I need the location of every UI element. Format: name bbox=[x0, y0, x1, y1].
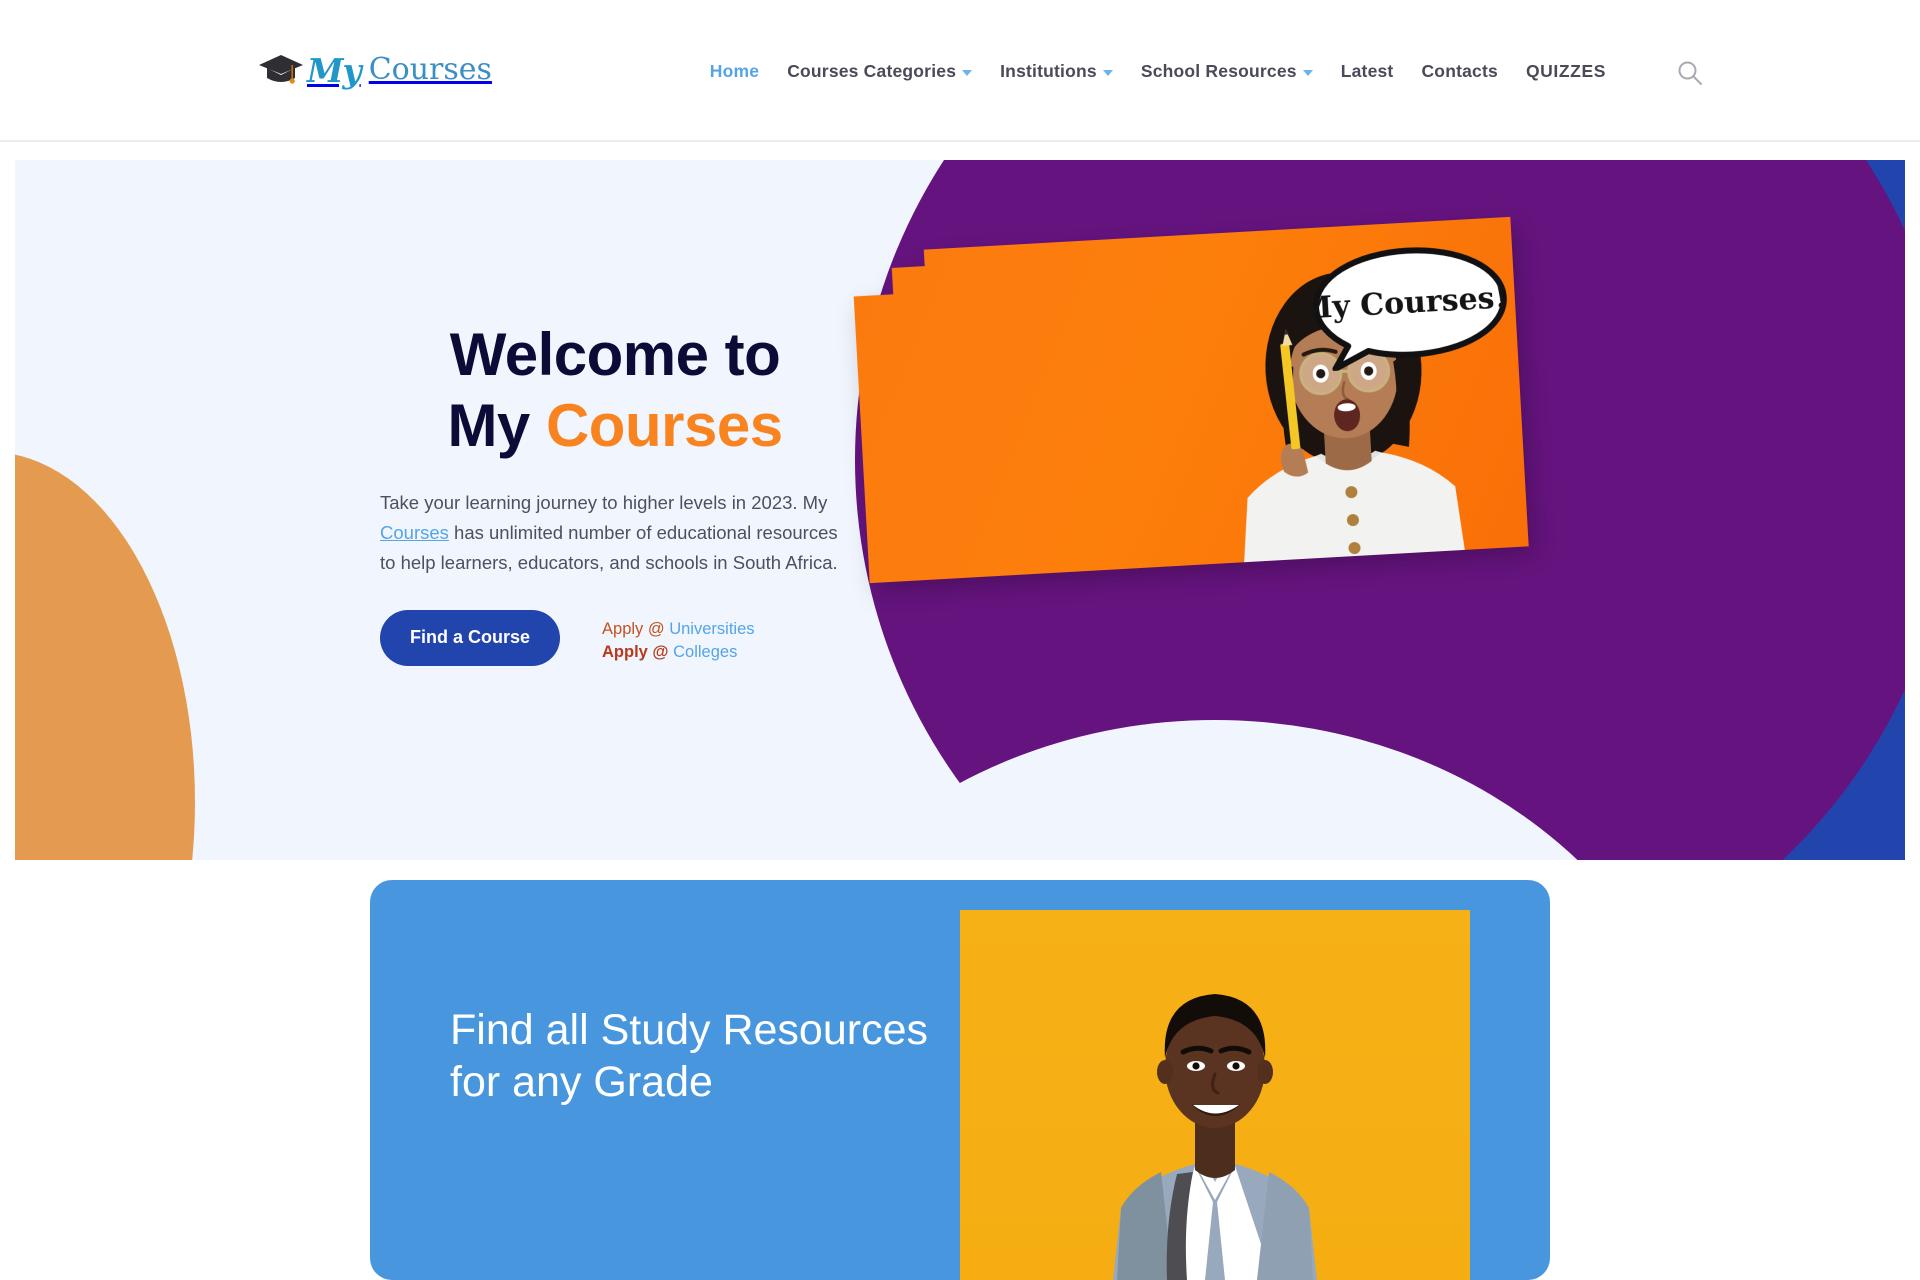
apply-colleges-link[interactable]: Apply @ Colleges bbox=[602, 641, 754, 664]
nav-item-contacts[interactable]: Contacts bbox=[1407, 61, 1511, 82]
chevron-down-icon bbox=[962, 70, 972, 76]
hero-heading-line2-plain: My bbox=[447, 392, 546, 459]
nav-item-quizzes[interactable]: QUIZZES bbox=[1512, 61, 1620, 82]
smiling-student-photo bbox=[1095, 950, 1335, 1280]
chevron-down-icon bbox=[1303, 70, 1313, 76]
study-resources-photo bbox=[960, 910, 1470, 1280]
hero-heading-line1: Welcome to bbox=[450, 321, 781, 388]
logo-text-courses: Courses bbox=[369, 55, 492, 85]
nav-label: QUIZZES bbox=[1526, 61, 1606, 82]
hero-heading-line2-accent: Courses bbox=[546, 392, 783, 459]
graduation-cap-icon bbox=[258, 53, 304, 87]
hero-photo-card: My Courses!! bbox=[851, 217, 1528, 583]
apply-universities-link[interactable]: Apply @ Universities bbox=[602, 618, 754, 641]
nav-item-school-resources[interactable]: School Resources bbox=[1127, 61, 1327, 82]
search-icon[interactable] bbox=[1675, 58, 1705, 88]
study-resources-card: Find all Study Resources for any Grade bbox=[370, 880, 1550, 1280]
nav-label: Latest bbox=[1341, 61, 1394, 82]
hero-heading: Welcome to My Courses bbox=[380, 320, 850, 462]
nav-item-home[interactable]: Home bbox=[696, 61, 773, 82]
nav-label: School Resources bbox=[1141, 61, 1297, 82]
find-a-course-button[interactable]: Find a Course bbox=[380, 610, 560, 666]
nav-item-latest[interactable]: Latest bbox=[1327, 61, 1408, 82]
nav-item-courses-categories[interactable]: Courses Categories bbox=[773, 61, 986, 82]
nav-label: Courses Categories bbox=[787, 61, 956, 82]
hero-paragraph-part1: Take your learning journey to higher lev… bbox=[380, 492, 827, 513]
main-navigation: Home Courses Categories Institutions Sch… bbox=[696, 0, 1620, 142]
apply-target: Universities bbox=[669, 620, 754, 638]
logo-text-my: My bbox=[307, 54, 361, 87]
nav-label: Home bbox=[710, 61, 759, 82]
hero-actions: Find a Course Apply @ Universities Apply… bbox=[380, 610, 850, 666]
decorative-orange-circle bbox=[15, 452, 195, 860]
nav-label: Contacts bbox=[1421, 61, 1497, 82]
hero-paragraph-link[interactable]: Courses bbox=[380, 522, 449, 543]
study-resources-title: Find all Study Resources for any Grade bbox=[450, 1005, 970, 1108]
apply-word: Apply @ bbox=[602, 620, 665, 638]
apply-word: Apply @ bbox=[602, 643, 669, 661]
hero-copy: Welcome to My Courses Take your learning… bbox=[380, 320, 850, 666]
nav-item-institutions[interactable]: Institutions bbox=[986, 61, 1127, 82]
apply-target: Colleges bbox=[673, 643, 737, 661]
site-header: My Courses Home Courses Categories Insti… bbox=[0, 0, 1920, 142]
apply-links: Apply @ Universities Apply @ Colleges bbox=[602, 610, 754, 665]
speech-bubble: My Courses!! bbox=[1307, 241, 1513, 372]
site-logo[interactable]: My Courses bbox=[258, 47, 492, 93]
hero-paragraph-part2: has unlimited number of educational reso… bbox=[380, 522, 838, 573]
hero-section: Welcome to My Courses Take your learning… bbox=[15, 160, 1905, 860]
chevron-down-icon bbox=[1103, 70, 1113, 76]
nav-label: Institutions bbox=[1000, 61, 1097, 82]
hero-paragraph: Take your learning journey to higher lev… bbox=[380, 488, 850, 578]
